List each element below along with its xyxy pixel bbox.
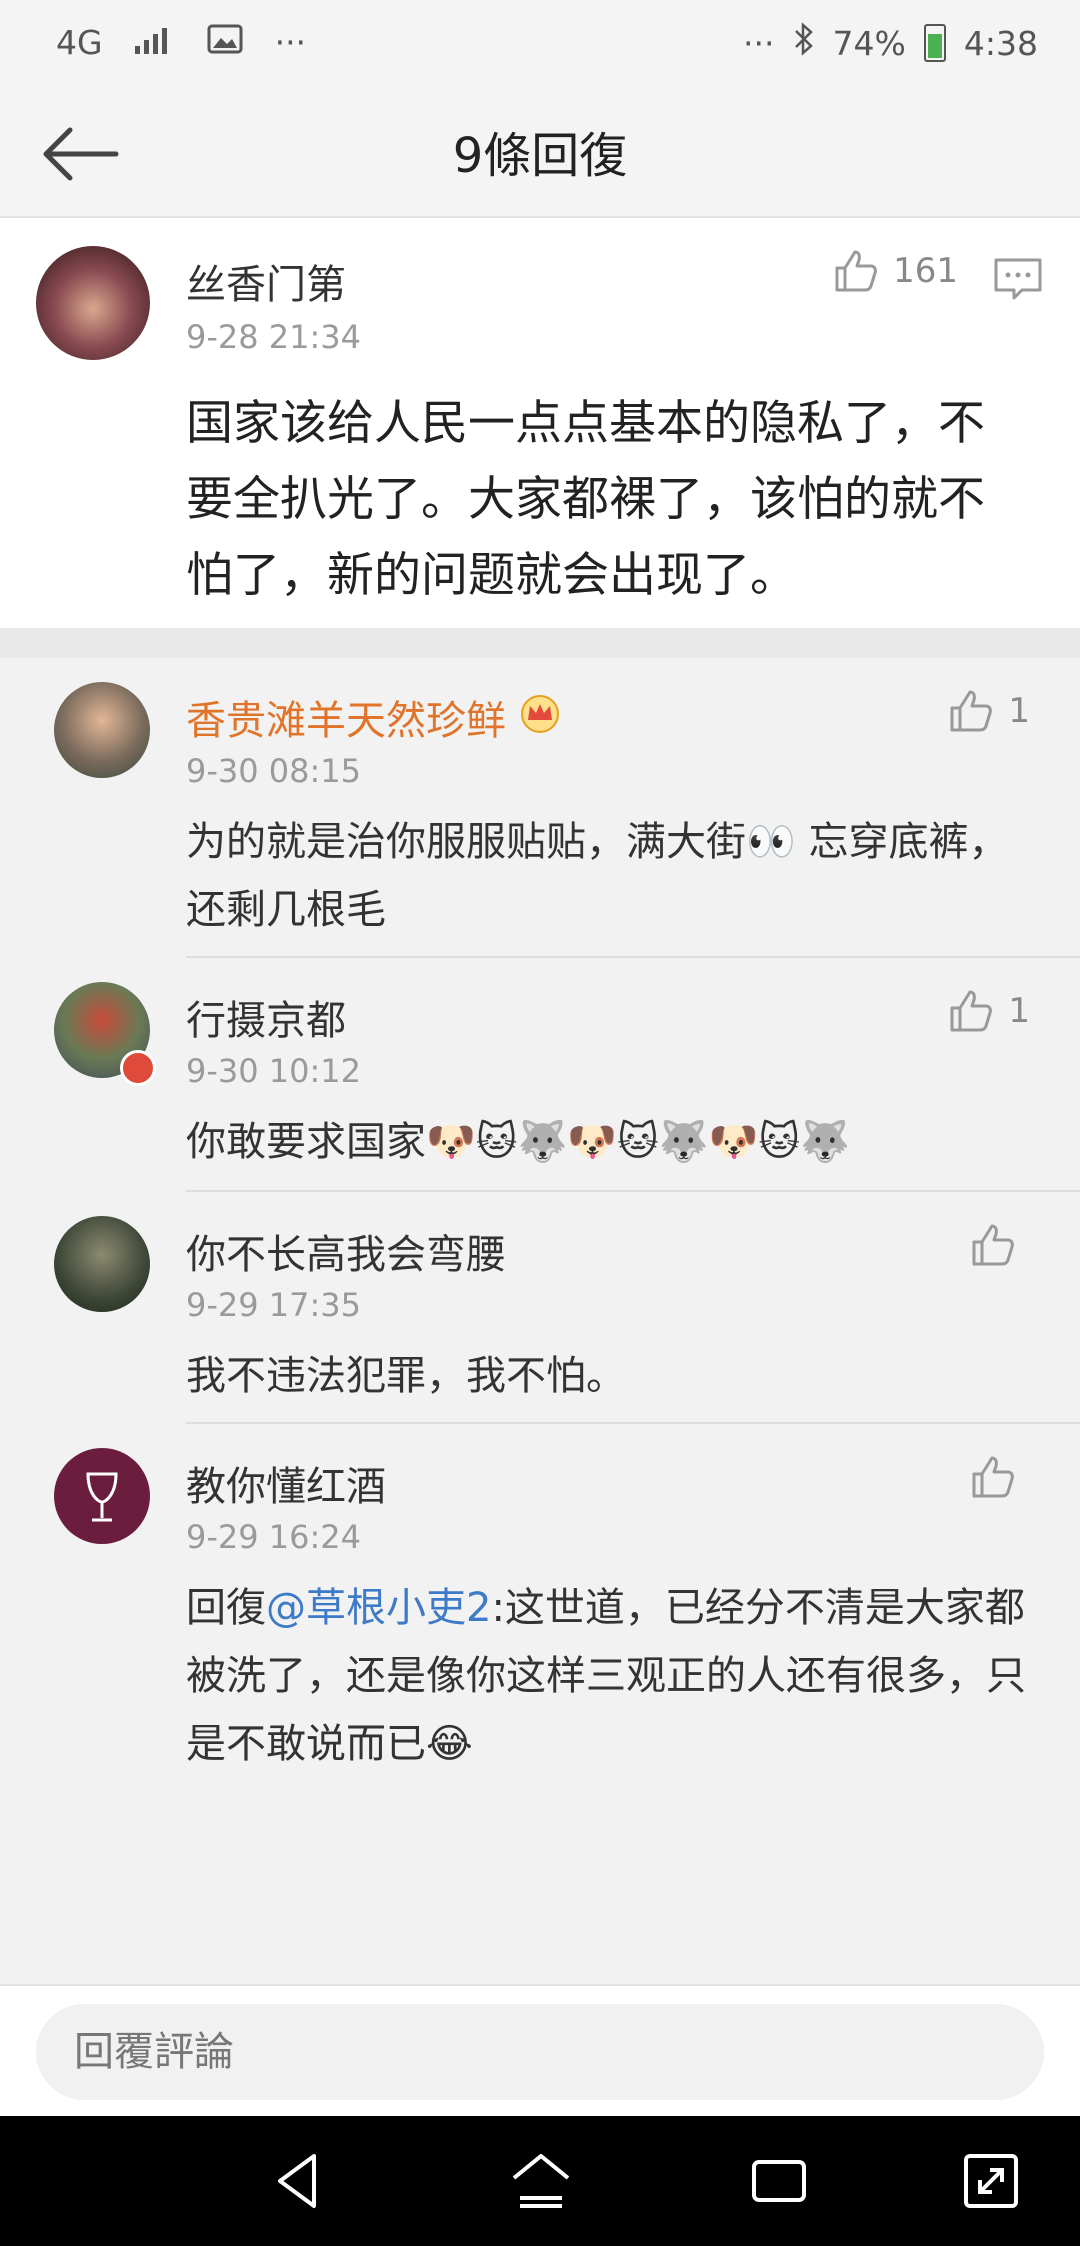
reply-username[interactable]: 香贵滩羊天然珍鲜 (186, 688, 561, 746)
like-count: 1 (1008, 991, 1030, 1031)
clock: 4:38 (963, 23, 1038, 63)
nav-expand-icon[interactable] (958, 2148, 1024, 2214)
comment-time: 9-28 21:34 (186, 318, 362, 356)
avatar[interactable] (54, 1216, 150, 1312)
comment-icon[interactable] (992, 252, 1044, 304)
status-bar: 4G ··· ··· 74% 4:38 (0, 0, 1080, 92)
nav-recents-icon[interactable] (746, 2148, 812, 2214)
reply-item: 香贵滩羊天然珍鲜 9-30 08:15 1 为的就是治你服服贴贴，满大街👀 忘穿… (0, 658, 1080, 958)
comment-username[interactable]: 丝香门第 (186, 252, 346, 310)
reply-time: 9-29 16:24 (186, 1518, 362, 1556)
like-button[interactable] (970, 1454, 1030, 1500)
battery-icon (923, 24, 946, 62)
thumbs-up-icon (950, 690, 993, 732)
reply-prefix: 回復 (186, 1585, 266, 1631)
reply-username[interactable]: 行摄京都 (186, 988, 346, 1046)
reply-username[interactable]: 教你懂红酒 (186, 1454, 386, 1512)
signal-icon (134, 22, 175, 62)
reply-time: 9-29 17:35 (186, 1286, 362, 1324)
verified-badge-icon (120, 1050, 156, 1086)
main-comment: 丝香门第 9-28 21:34 161 国家该给人民一点点基本的隐私了，不要全扒… (0, 218, 1080, 628)
thumbs-up-icon (972, 1224, 1014, 1266)
mention-link[interactable]: @草根小吏2 (266, 1585, 491, 1631)
thumbs-up-icon (835, 250, 877, 292)
reply-item: 行摄京都 9-30 10:12 1 你敢要求国家🐶🐱🐺🐶🐱🐺🐶🐱🐺 (0, 958, 1080, 1192)
reply-text: 我不违法犯罪，我不怕。 (186, 1353, 626, 1399)
system-nav-bar (0, 2116, 1080, 2246)
avatar[interactable] (54, 682, 150, 778)
like-button[interactable]: 1 (948, 688, 1030, 734)
reply-text: 为的就是治你服服贴贴，满大街👀 忘穿底裤，还剩几根毛 (186, 819, 1009, 933)
like-button[interactable]: 1 (948, 988, 1030, 1034)
section-divider (0, 628, 1080, 658)
reply-username[interactable]: 你不长高我会弯腰 (186, 1222, 506, 1280)
avatar[interactable] (54, 1448, 150, 1544)
more-right: ··· (743, 23, 775, 63)
network-indicator: 4G (56, 22, 103, 62)
crown-badge-icon (519, 695, 561, 743)
like-count: 1 (1008, 691, 1030, 731)
page-title: 9條回復 (452, 128, 628, 184)
reply-text: 回復@草根小吏2:这世道，已经分不清是大家都被洗了，还是像你这样三观正的人还有很… (186, 1574, 1046, 1778)
reply-time: 9-30 08:15 (186, 752, 362, 790)
like-button[interactable]: 161 (833, 248, 958, 294)
header: 9條回復 (0, 92, 1080, 218)
nav-back-icon[interactable] (266, 2148, 332, 2214)
reply-text: 你敢要求国家🐶🐱🐺🐶🐱🐺🐶🐱🐺 (186, 1119, 850, 1165)
gallery-icon (207, 23, 243, 62)
wine-glass-icon (86, 1472, 118, 1522)
bluetooth-icon (793, 22, 815, 64)
reply-time: 9-30 10:12 (186, 1052, 362, 1090)
reply-item: 你不长高我会弯腰 9-29 17:35 我不违法犯罪，我不怕。 (0, 1192, 1080, 1424)
avatar[interactable] (36, 246, 150, 360)
thumbs-up-icon (950, 990, 993, 1032)
reply-input-bar (0, 1984, 1080, 2118)
thumbs-up-icon (972, 1456, 1014, 1498)
more-left: ··· (274, 22, 307, 62)
reply-input[interactable] (36, 2004, 1044, 2100)
nav-home-icon[interactable] (508, 2148, 574, 2214)
reply-item: 教你懂红酒 9-29 16:24 回復@草根小吏2:这世道，已经分不清是大家都被… (0, 1424, 1080, 1814)
battery-percent: 74% (832, 23, 906, 63)
like-count: 161 (893, 251, 958, 291)
like-button[interactable] (970, 1222, 1030, 1268)
comment-text: 国家该给人民一点点基本的隐私了，不要全扒光了。大家都裸了，该怕的就不怕了，新的问… (186, 396, 985, 603)
